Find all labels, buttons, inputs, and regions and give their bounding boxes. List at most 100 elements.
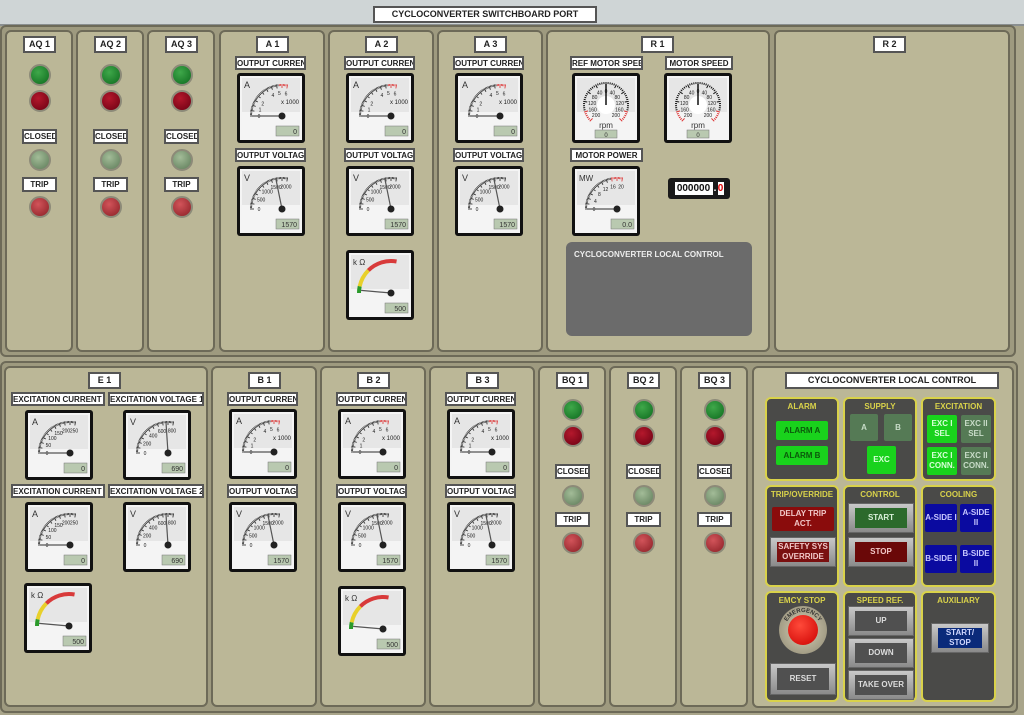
gauge-tick	[608, 177, 610, 181]
cooling-a-side-2[interactable]: A-SIDE II	[960, 504, 992, 532]
gauge-unit: V	[130, 509, 136, 519]
breaker-green-light[interactable]	[171, 64, 193, 86]
breaker-red-light[interactable]	[562, 425, 584, 447]
breaker-green-light[interactable]	[704, 399, 726, 421]
speed-down-label: DOWN	[855, 643, 907, 663]
ref-motor-speed-label: REF MOTOR SPEED	[570, 56, 643, 70]
gauge-tick-label: 6	[495, 427, 498, 433]
gauge-tick-label: 16	[610, 184, 616, 190]
closed-indicator[interactable]	[633, 485, 655, 507]
gauge-face: 0124 5 6x 1000A0	[458, 76, 520, 140]
exc-current-2-label: EXCITATION CURRENT 2	[11, 484, 105, 498]
exc1-sel-button[interactable]: EXC I SEL	[927, 415, 957, 443]
alarm-group: ALARM ALARM A ALARM B	[765, 397, 839, 481]
gauge-pivot	[387, 205, 395, 213]
breaker-red-light[interactable]	[29, 90, 51, 112]
closed-indicator[interactable]	[171, 149, 193, 171]
trip-indicator[interactable]	[100, 196, 122, 218]
gauge-face: 0 200 400600 800 V 690	[126, 413, 188, 477]
gauge-tick	[374, 513, 376, 517]
trip-indicator[interactable]	[29, 196, 51, 218]
gauge-tick-label: 0	[250, 450, 253, 456]
start-button[interactable]: START	[848, 503, 914, 533]
breaker-green-light[interactable]	[100, 64, 122, 86]
panel-title-aq3: AQ 3	[165, 36, 198, 53]
ohm-scale-band	[357, 285, 362, 294]
take-over-button[interactable]: TAKE OVER	[848, 670, 914, 700]
speed-up-button[interactable]: UP	[848, 606, 914, 636]
exc1-conn-button[interactable]: EXC I CONN.	[927, 447, 957, 475]
gauge-tick	[585, 200, 589, 202]
gauge-tick	[676, 96, 679, 99]
stop-button[interactable]: STOP	[848, 537, 914, 567]
gauge-tick-label: 120	[680, 101, 689, 107]
breaker-red-light[interactable]	[100, 90, 122, 112]
aux-start-stop-button[interactable]: START/ STOP	[931, 623, 989, 653]
gauge-unit: A	[345, 416, 351, 426]
gauge-tick	[675, 100, 680, 103]
closed-label: CLOSED	[93, 129, 128, 144]
speed-down-button[interactable]: DOWN	[848, 638, 914, 668]
trip-indicator[interactable]	[633, 532, 655, 554]
supply-b-button[interactable]: B	[884, 414, 912, 441]
counter-decimal: 0	[717, 182, 724, 195]
safety-override-button[interactable]: SAFETY SYS OVERRIDE	[770, 537, 836, 567]
gauge-tick-label: 160	[681, 107, 690, 113]
alarm-b-indicator[interactable]: ALARM B	[776, 446, 828, 465]
gauge-tick-label: 200	[592, 113, 601, 119]
closed-indicator[interactable]	[100, 149, 122, 171]
trip-override-heading: TRIP/OVERRIDE	[770, 490, 834, 499]
gauge-tick-label: 1	[251, 443, 254, 449]
motor-speed-label: MOTOR SPEED	[665, 56, 733, 70]
breaker-red-light[interactable]	[171, 90, 193, 112]
safety-override-label: SAFETY SYS OVERRIDE	[777, 542, 829, 562]
exc2-conn-button[interactable]: EXC II CONN.	[961, 447, 991, 475]
exc-voltage-2-gauge: 0 200 400 600 800 V 690	[123, 502, 191, 572]
gauge-tick-label: 2	[479, 101, 482, 107]
gauge-multiplier: x 1000	[382, 436, 401, 442]
gauge-pivot	[387, 289, 395, 297]
cooling-a-side-1[interactable]: A-SIDE I	[925, 504, 957, 532]
trip-indicator[interactable]	[704, 532, 726, 554]
excitation-group: EXCITATION EXC I SEL EXC II SEL EXC I CO…	[921, 397, 996, 481]
breaker-red-light[interactable]	[633, 425, 655, 447]
closed-label: CLOSED	[22, 129, 57, 144]
gauge-tick	[460, 536, 464, 538]
cooling-b-side-1[interactable]: B-SIDE I	[925, 545, 957, 573]
closed-indicator[interactable]	[704, 485, 726, 507]
cooling-b-side-2[interactable]: B-SIDE II	[960, 545, 992, 573]
gauge-pivot	[387, 112, 395, 120]
closed-indicator[interactable]	[29, 149, 51, 171]
breaker-green-light[interactable]	[29, 64, 51, 86]
supply-exc-button[interactable]: EXC	[867, 446, 896, 474]
closed-indicator[interactable]	[562, 485, 584, 507]
output-voltage-label: OUTPUT VOLTAGE	[235, 148, 306, 162]
gauge-tick	[382, 84, 384, 88]
trip-indicator[interactable]	[171, 196, 193, 218]
gauge-tick-label: 40	[689, 91, 695, 97]
reset-button[interactable]: RESET	[770, 663, 836, 695]
gauge-reading: 0	[81, 558, 85, 565]
gauge-reading: 1570	[273, 558, 289, 565]
ohm-scale-band	[35, 618, 40, 627]
breaker-green-light[interactable]	[633, 399, 655, 421]
gauge-tick-label: 2	[261, 101, 264, 107]
breaker-green-light[interactable]	[562, 399, 584, 421]
insulation-resistance-gauge: k Ω 500	[338, 586, 406, 656]
gauge-tick-label: 2	[362, 437, 365, 443]
alarm-a-indicator[interactable]: ALARM A	[776, 421, 828, 440]
gauge-tick	[250, 107, 254, 109]
gauge-multiplier: x 1000	[491, 436, 510, 442]
gauge-tick	[242, 443, 246, 445]
gauge-reading: 500	[386, 642, 398, 649]
panel-title-b1: B 1	[248, 372, 281, 389]
emergency-stop-button[interactable]: EMERGENCY	[779, 606, 827, 654]
gauge-reading: 0	[293, 129, 297, 136]
gauge-face: 050100150 200 250A0	[28, 413, 90, 477]
trip-indicator[interactable]	[562, 532, 584, 554]
exc2-sel-button[interactable]: EXC II SEL	[961, 415, 991, 443]
gauge-tick-label: 5	[278, 91, 281, 97]
delay-trip-button[interactable]: DELAY TRIP ACT.	[772, 507, 834, 531]
supply-a-button[interactable]: A	[850, 414, 878, 441]
breaker-red-light[interactable]	[704, 425, 726, 447]
